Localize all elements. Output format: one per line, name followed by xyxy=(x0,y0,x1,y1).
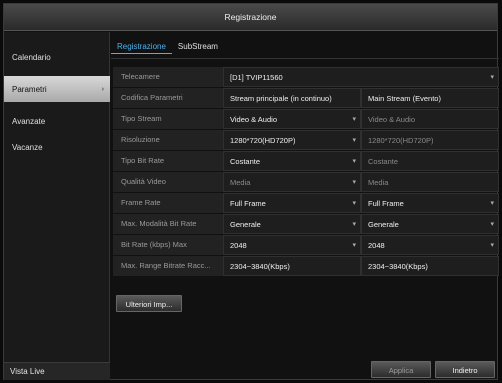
form-row-bitrate-max: Bit Rate (kbps) Max 2048 ▾ 2048 ▾ xyxy=(113,235,499,255)
more-settings-button[interactable]: Ulteriori Imp... xyxy=(116,295,182,312)
select-value: Costante xyxy=(368,157,399,166)
dropdown-icon: ▾ xyxy=(490,221,494,228)
apply-button[interactable]: Applica xyxy=(371,361,431,378)
field-label: Max. Range Bitrate Racc... xyxy=(113,256,223,276)
field-label: Qualità Video xyxy=(113,172,223,192)
select-value: 2048 xyxy=(368,241,385,250)
select-value: 2048 xyxy=(230,241,247,250)
frame-rate-select-main[interactable]: Full Frame ▾ xyxy=(223,193,361,213)
tab-divider xyxy=(111,58,499,59)
max-bitrate-select-main[interactable]: 2048 ▾ xyxy=(223,235,361,255)
tab-registrazione[interactable]: Registrazione xyxy=(111,40,172,54)
field-label: Bit Rate (kbps) Max xyxy=(113,235,223,255)
select-value: Media xyxy=(368,178,389,187)
frame-rate-select-event[interactable]: Full Frame ▾ xyxy=(361,193,499,213)
bitrate-range-main: 2304~3840(Kbps) xyxy=(223,256,361,276)
select-value: 1280*720(HD720P) xyxy=(368,136,434,145)
form-row-tipo-stream: Tipo Stream Video & Audio ▾ Video & Audi… xyxy=(113,109,499,129)
settings-form: Telecamere [D1] TVIP11560 ▾ Codifica Par… xyxy=(113,67,499,277)
field-label: Max. Modalità Bit Rate xyxy=(113,214,223,234)
sidebar-item-label: Calendario xyxy=(12,52,51,62)
select-value: 1280*720(HD720P) xyxy=(230,136,296,145)
field-label: Telecamere xyxy=(113,67,223,87)
sidebar: Calendario Parametri › Avanzate Vacanze … xyxy=(4,32,110,380)
form-row-frame-rate: Frame Rate Full Frame ▾ Full Frame ▾ xyxy=(113,193,499,213)
form-row-range: Max. Range Bitrate Racc... 2304~3840(Kbp… xyxy=(113,256,499,276)
dropdown-icon: ▾ xyxy=(352,242,356,249)
select-value: Generale xyxy=(368,220,399,229)
video-quality-select-main: Media ▾ xyxy=(223,172,361,192)
bitrate-type-select-main[interactable]: Costante ▾ xyxy=(223,151,361,171)
dropdown-icon: ▾ xyxy=(352,158,356,165)
live-view-button[interactable]: Vista Live xyxy=(4,362,110,380)
select-value: Generale xyxy=(230,220,261,229)
sidebar-item-calendario[interactable]: Calendario xyxy=(4,44,110,70)
window-title: Registrazione xyxy=(4,4,497,31)
max-bitrate-mode-select-event[interactable]: Generale ▾ xyxy=(361,214,499,234)
camera-select[interactable]: [D1] TVIP11560 ▾ xyxy=(223,67,499,87)
sidebar-item-label: Vacanze xyxy=(12,142,43,152)
sidebar-item-label: Parametri xyxy=(12,84,47,94)
resolution-select-main[interactable]: 1280*720(HD720P) ▾ xyxy=(223,130,361,150)
resolution-select-event: 1280*720(HD720P) xyxy=(361,130,499,150)
form-row-max-modalita: Max. Modalità Bit Rate Generale ▾ Genera… xyxy=(113,214,499,234)
chevron-right-icon: › xyxy=(101,85,104,93)
select-value: Media xyxy=(230,178,251,187)
form-row-qualita: Qualità Video Media ▾ Media xyxy=(113,172,499,192)
dropdown-icon: ▾ xyxy=(490,74,494,81)
select-value: Costante xyxy=(230,157,261,166)
field-label: Tipo Bit Rate xyxy=(113,151,223,171)
field-label: Codifica Parametri xyxy=(113,88,223,108)
field-label: Tipo Stream xyxy=(113,109,223,129)
stream-type-select-event: Video & Audio xyxy=(361,109,499,129)
tab-substream[interactable]: SubStream xyxy=(172,40,224,54)
dropdown-icon: ▾ xyxy=(490,242,494,249)
select-value: Full Frame xyxy=(368,199,404,208)
camera-value: [D1] TVIP11560 xyxy=(230,73,283,82)
dropdown-icon: ▾ xyxy=(352,200,356,207)
form-row-codifica: Codifica Parametri Stream principale (in… xyxy=(113,88,499,108)
field-label: Risoluzione xyxy=(113,130,223,150)
form-row-risoluzione: Risoluzione 1280*720(HD720P) ▾ 1280*720(… xyxy=(113,130,499,150)
sidebar-item-parametri[interactable]: Parametri › xyxy=(4,76,110,102)
dropdown-icon: ▾ xyxy=(352,179,356,186)
form-row-tipo-bitrate: Tipo Bit Rate Costante ▾ Costante xyxy=(113,151,499,171)
dvr-window: Registrazione Calendario Parametri › Ava… xyxy=(3,3,499,380)
column-header-main: Stream principale (in continuo) xyxy=(223,88,361,108)
sidebar-item-label: Avanzate xyxy=(12,116,46,126)
sidebar-item-avanzate[interactable]: Avanzate xyxy=(4,108,110,134)
bitrate-range-event: 2304~3840(Kbps) xyxy=(361,256,499,276)
dropdown-icon: ▾ xyxy=(352,221,356,228)
select-value: Full Frame xyxy=(230,199,266,208)
main-panel: Registrazione SubStream Telecamere [D1] … xyxy=(111,32,499,380)
max-bitrate-mode-select-main[interactable]: Generale ▾ xyxy=(223,214,361,234)
video-quality-select-event: Media xyxy=(361,172,499,192)
form-row-camera: Telecamere [D1] TVIP11560 ▾ xyxy=(113,67,499,87)
column-header-event: Main Stream (Evento) xyxy=(361,88,499,108)
select-value: Video & Audio xyxy=(230,115,277,124)
sidebar-item-vacanze[interactable]: Vacanze xyxy=(4,134,110,160)
dropdown-icon: ▾ xyxy=(352,116,356,123)
stream-type-select-main[interactable]: Video & Audio ▾ xyxy=(223,109,361,129)
live-view-label: Vista Live xyxy=(10,367,45,376)
back-button[interactable]: Indietro xyxy=(435,361,495,378)
bitrate-type-select-event: Costante xyxy=(361,151,499,171)
max-bitrate-select-event[interactable]: 2048 ▾ xyxy=(361,235,499,255)
select-value: Video & Audio xyxy=(368,115,415,124)
dropdown-icon: ▾ xyxy=(352,137,356,144)
field-label: Frame Rate xyxy=(113,193,223,213)
dropdown-icon: ▾ xyxy=(490,200,494,207)
tab-bar: Registrazione SubStream xyxy=(111,40,224,58)
